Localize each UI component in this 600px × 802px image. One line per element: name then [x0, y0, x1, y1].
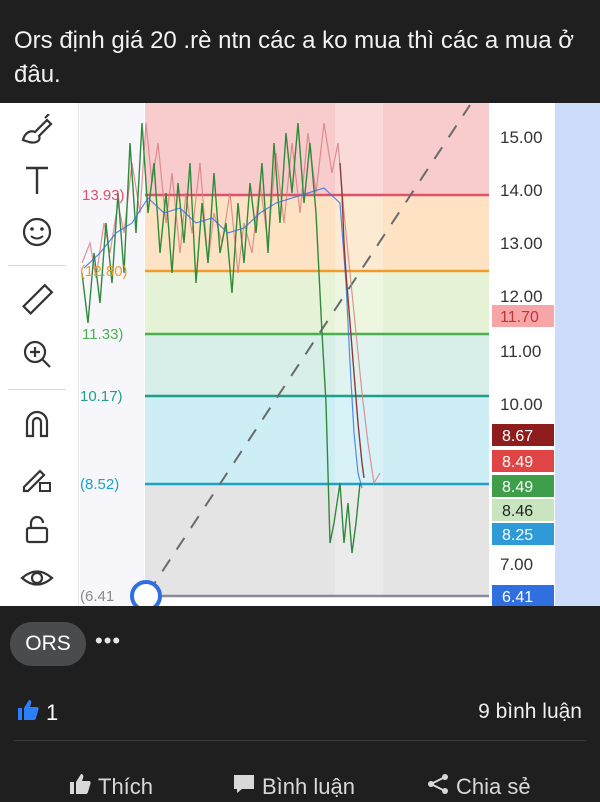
- price-chart: 15.00 14.00 13.00 12.00 11.00 10.00 7.00…: [78, 103, 600, 606]
- ticker-tag[interactable]: ORS: [10, 622, 86, 666]
- more-options-icon[interactable]: •••: [95, 628, 121, 654]
- faint-header-text: [90, 0, 290, 8]
- axis-label-700: 7.00: [500, 555, 533, 574]
- axis-label-1100: 11.00: [500, 342, 541, 361]
- pencil-lock-icon[interactable]: [14, 455, 60, 501]
- axis-label-1000: 10.00: [500, 395, 543, 414]
- unlock-icon[interactable]: [14, 507, 60, 553]
- zoom-in-icon[interactable]: [14, 331, 60, 377]
- fib-label-1280: (12.80): [80, 263, 128, 280]
- drawing-toolbar: [0, 103, 79, 606]
- price-tag-849b: 8.49: [502, 479, 533, 496]
- fib-label-1133: 11.33): [82, 326, 123, 343]
- like-button[interactable]: Thích: [68, 772, 153, 802]
- text-icon[interactable]: [14, 157, 60, 203]
- fib-label-1393: 13.93): [82, 187, 125, 204]
- price-tag-825: 8.25: [502, 527, 533, 544]
- fib-band-4: [145, 334, 489, 396]
- axis-label-1400: 14.00: [500, 181, 543, 200]
- brush-icon[interactable]: [14, 107, 60, 153]
- emoji-icon[interactable]: [14, 209, 60, 255]
- comment-count[interactable]: 9 bình luận: [478, 700, 582, 724]
- axis-label-1500: 15.00: [500, 128, 543, 147]
- comment-icon: [232, 772, 256, 802]
- axis-label-1200: 12.00: [500, 287, 543, 306]
- comment-button-label: Bình luận: [262, 774, 355, 799]
- like-button-label: Thích: [98, 774, 154, 799]
- like-count-value: 1: [46, 700, 59, 725]
- toolbar-divider: [8, 389, 66, 390]
- like-outline-icon: [68, 772, 92, 802]
- fib-label-852: (8.52): [80, 476, 119, 493]
- action-bar: Thích Bình luận Chia sẻ: [0, 762, 600, 800]
- thumbs-up-icon: [16, 698, 40, 728]
- price-tag-846: 8.46: [502, 503, 533, 520]
- ruler-icon[interactable]: [14, 277, 60, 323]
- share-icon: [426, 772, 450, 802]
- toolbar-divider: [8, 265, 66, 266]
- post-stats: 1 9 bình luận: [0, 686, 600, 740]
- chart-screenshot: 15.00 14.00 13.00 12.00 11.00 10.00 7.00…: [0, 103, 600, 606]
- fib-label-1017: 10.17): [80, 388, 123, 405]
- share-button-label: Chia sẻ: [456, 774, 531, 799]
- magnet-icon[interactable]: [14, 401, 60, 447]
- post-text: Ors định giá 20 .rè ntn các a ko mua thì…: [14, 27, 575, 88]
- comment-button[interactable]: Bình luận: [232, 772, 355, 802]
- like-count[interactable]: 1: [16, 698, 58, 728]
- fib-band-5: [145, 396, 489, 484]
- price-tag-641: 6.41: [502, 589, 533, 606]
- price-tag-849a: 8.49: [502, 454, 533, 471]
- tag-row: ORS •••: [0, 606, 600, 686]
- divider: [14, 740, 586, 741]
- drawing-anchor-handle[interactable]: [130, 580, 162, 606]
- price-tag-1170: 11.70: [500, 309, 539, 326]
- fib-label-641: (6.41: [80, 588, 114, 605]
- axis-label-1300: 13.00: [500, 234, 543, 253]
- right-panel: [555, 103, 600, 606]
- eye-icon[interactable]: [14, 555, 60, 601]
- share-button[interactable]: Chia sẻ: [426, 772, 531, 802]
- price-tag-867: 8.67: [502, 428, 533, 445]
- fib-band-6: [145, 484, 489, 596]
